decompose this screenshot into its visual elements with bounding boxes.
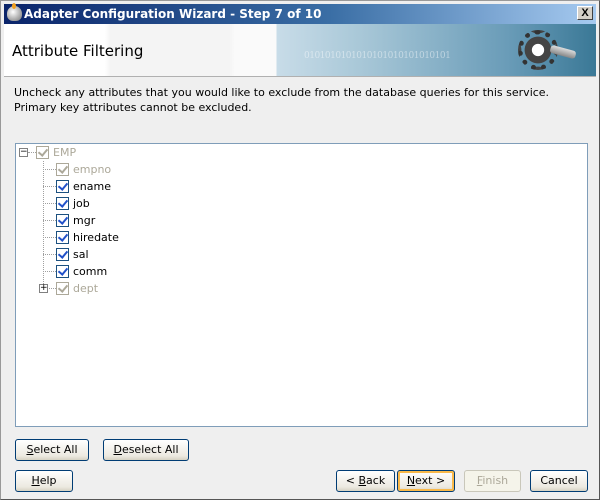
tree-connector: [43, 271, 56, 272]
deselect_all-mnemonic: D: [113, 443, 122, 456]
tree-item-label: sal: [73, 248, 89, 261]
tree-item[interactable]: job: [56, 195, 90, 212]
deselect_all-label: eselect All: [121, 443, 179, 456]
next-button[interactable]: Next >: [397, 470, 455, 492]
tree-connector: [43, 237, 56, 238]
collapse-icon[interactable]: −: [19, 148, 28, 157]
tree-item[interactable]: empno: [56, 161, 111, 178]
tree-item[interactable]: comm: [56, 263, 107, 280]
tree-item-label: comm: [73, 265, 108, 278]
checkbox[interactable]: [36, 146, 49, 159]
window-title: Adapter Configuration Wizard - Step 7 of…: [24, 7, 322, 21]
next-label: ext >: [415, 474, 446, 487]
tree-item-label: empno: [73, 163, 112, 176]
tree-connector: [43, 169, 56, 170]
select_all-label: elect All: [33, 443, 78, 456]
banner-bits: 0101010101010101010101010101: [304, 51, 451, 61]
tree-connector: [43, 186, 56, 187]
deselect-all-button[interactable]: Deselect All: [103, 439, 189, 461]
help-button[interactable]: Help: [15, 470, 73, 492]
tree-connector: [28, 152, 36, 153]
checkbox[interactable]: [56, 214, 69, 227]
close-button[interactable]: X: [577, 6, 593, 20]
title-bar: Adapter Configuration Wizard - Step 7 of…: [4, 3, 596, 24]
page-title: Attribute Filtering: [12, 42, 144, 60]
tree-item-label: hiredate: [73, 231, 119, 244]
next-mnemonic: N: [406, 474, 416, 487]
app-icon: [7, 3, 22, 21]
back-label-prefix: <: [345, 474, 359, 487]
checkbox[interactable]: [56, 180, 69, 193]
tree-item-label: dept: [73, 282, 99, 295]
tree-item-label: job: [73, 197, 90, 210]
select-all-button[interactable]: Select All: [15, 439, 89, 461]
checkbox[interactable]: [56, 231, 69, 244]
tree-item-label: ename: [73, 180, 111, 193]
checkbox[interactable]: [56, 197, 69, 210]
help-label: elp: [39, 474, 57, 487]
tree-item[interactable]: ename: [56, 178, 111, 195]
tree-item[interactable]: dept: [56, 280, 98, 297]
tree-connector: [43, 203, 56, 204]
tree-item-label: EMP: [53, 146, 77, 159]
help-mnemonic: H: [31, 474, 40, 487]
attribute-tree[interactable]: − EMP empno ename job mgr hiredate sal comm + dept: [15, 143, 588, 427]
back-button[interactable]: < Back: [336, 470, 395, 492]
checkbox[interactable]: [56, 248, 69, 261]
checkbox[interactable]: [56, 163, 69, 176]
finish-label: inish: [482, 474, 509, 487]
tree-item[interactable]: sal: [56, 246, 89, 263]
tree-connector: [43, 161, 44, 288]
tree-item[interactable]: mgr: [56, 212, 95, 229]
checkbox[interactable]: [56, 265, 69, 278]
wizard-header: Attribute Filtering 01010101010101010101…: [4, 24, 596, 77]
back-label: ack: [366, 474, 386, 487]
instructions-text: Uncheck any attributes that you would li…: [14, 86, 550, 114]
finish-button[interactable]: Finish: [464, 470, 521, 492]
back-mnemonic: B: [358, 474, 367, 487]
expand-icon[interactable]: +: [39, 284, 48, 293]
tree-item[interactable]: hiredate: [56, 229, 119, 246]
tree-root-item[interactable]: EMP: [36, 144, 76, 161]
wizard-window: Adapter Configuration Wizard - Step 7 of…: [0, 0, 600, 500]
cancel-button[interactable]: Cancel: [530, 470, 588, 492]
tree-connector: [43, 254, 56, 255]
tree-item-label: mgr: [73, 214, 96, 227]
cancel-label: Cancel: [540, 474, 578, 487]
tree-connector: [43, 220, 56, 221]
checkbox[interactable]: [56, 282, 69, 295]
